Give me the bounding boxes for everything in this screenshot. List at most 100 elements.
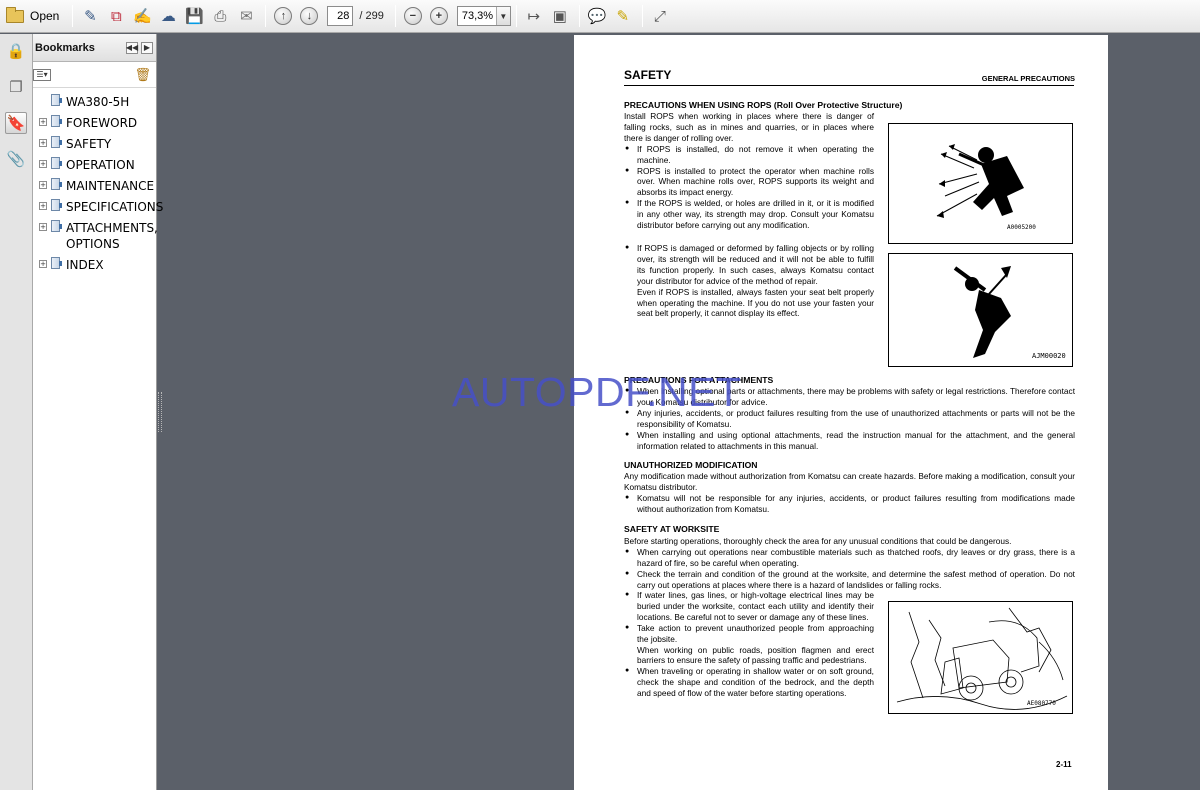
page-header-right: GENERAL PRECAUTIONS [981,74,1075,83]
bookmark-label: ATTACHMENTS, OPTIONS [66,221,158,251]
modification-text-block: Any modification made without authorizat… [624,471,1075,515]
combine-button[interactable]: ⧉ [104,4,128,28]
sign-button[interactable]: ✎ [611,4,635,28]
jobsite-bullet-cont: When working on public roads, position f… [637,644,874,666]
print-button[interactable]: ⎙ [208,4,232,28]
fullscreen-button[interactable]: ⤢ [648,4,672,28]
bookmark-icon[interactable]: 🔖 [5,112,27,134]
rops-intro: Install ROPS when working in places wher… [624,111,874,143]
bookmark-item[interactable]: WA380-5H [33,92,156,113]
chevron-down-icon[interactable]: ▼ [495,7,510,25]
bookmark-page-icon [51,157,62,169]
toolbar-divider [515,5,517,27]
bookmark-label: MAINTENANCE [66,179,155,193]
list-item: When installing and using optional attac… [624,430,1075,452]
bookmark-item[interactable]: + SAFETY [33,134,156,155]
bookmark-page-icon [51,220,62,232]
expand-plus-icon[interactable]: + [39,202,47,210]
comment-button[interactable]: 💬 [585,4,609,28]
list-item: If water lines, gas lines, or high-volta… [624,590,874,623]
comment-icon: 💬 [587,8,607,25]
bookmark-item[interactable]: + INDEX [33,255,156,276]
zoom-out-button[interactable]: − [401,4,425,28]
worksite-intro: Before starting operations, thoroughly c… [624,536,1012,546]
expand-icon: ⤢ [653,7,666,25]
edit-button[interactable]: ✍ [130,4,154,28]
edit-icon: ✍ [133,8,152,25]
rops-text-block: Install ROPS when working in places wher… [624,111,874,231]
page-title: SAFETY [624,68,672,82]
watermark-text: AUTOPDF.NET [452,369,742,415]
splitter-handle[interactable] [158,392,162,432]
list-item: If the ROPS is welded, or holes are dril… [624,198,874,231]
fit-page-button[interactable]: ▣ [548,4,572,28]
delete-bookmark-icon[interactable]: 🗑 [134,67,151,83]
list-item: When traveling or operating in shallow w… [624,666,874,699]
bookmark-item[interactable]: + MAINTENANCE [33,176,156,197]
combine-icon: ⧉ [111,7,122,25]
rops-text-block-2: If ROPS is damaged or deformed by fallin… [624,243,874,319]
zoom-select[interactable]: 73,3% ▼ [456,6,511,26]
lock-icon[interactable]: 🔒 [5,40,27,62]
bookmark-label: SPECIFICATIONS [66,200,164,214]
save-button[interactable]: 💾 [182,4,206,28]
worksite-text-block-2: If water lines, gas lines, or high-volta… [624,590,874,699]
next-page-button[interactable]: ↓ [297,4,321,28]
upload-button[interactable]: ☁ [156,4,180,28]
highlight-icon: ✎ [616,8,630,25]
header-rule [624,85,1074,86]
expand-plus-icon[interactable]: + [39,260,47,268]
options-menu-icon[interactable]: ☰▾ [33,68,51,81]
list-item: Check the terrain and condition of the g… [624,569,1075,591]
navigation-rail: 🔒 ❐ 🔖 📎 [0,34,33,790]
pages-icon[interactable]: ❐ [5,76,27,98]
toolbar-divider [394,5,396,27]
rops-figure-falling-rocks [888,123,1073,244]
open-button[interactable]: Open [4,4,65,28]
jobsite-bullet: Take action to prevent unauthorized peop… [637,622,874,644]
create-pdf-button[interactable]: ✎ [78,4,102,28]
bookmark-label: OPERATION [66,158,135,172]
attachment-icon[interactable]: 📎 [5,148,27,170]
expand-plus-icon[interactable]: + [39,160,47,168]
rops-bullet-list: If ROPS is installed, do not remove it w… [624,144,874,231]
page-total: / 299 [359,10,384,22]
zoom-in-button[interactable]: + [427,4,451,28]
expand-plus-icon[interactable]: + [39,118,47,126]
bookmark-label: SAFETY [66,137,112,151]
arrow-up-icon: ↑ [274,7,293,25]
worksite-bullet-list: When carrying out operations near combus… [624,547,1075,591]
toolbar-divider [641,5,643,27]
rops-heading: PRECAUTIONS WHEN USING ROPS (Roll Over P… [624,100,903,110]
minus-icon: − [403,7,422,25]
bookmark-item[interactable]: + FOREWORD [33,113,156,134]
expand-plus-icon[interactable]: + [39,139,47,147]
expand-plus-icon[interactable]: + [39,223,47,231]
bookmark-page-icon [51,136,62,148]
bookmark-item[interactable]: + OPERATION [33,155,156,176]
email-icon: ✉ [240,8,253,25]
previous-page-button[interactable]: ↑ [271,4,295,28]
modification-bullet-list: Komatsu will not be responsible for any … [624,493,1075,515]
bookmarks-header: Bookmarks ◀◀ ▶ [33,34,156,62]
list-item: When carrying out operations near combus… [624,547,1075,569]
list-item: If ROPS is damaged or deformed by fallin… [624,243,874,319]
bookmark-item[interactable]: + ATTACHMENTS, OPTIONS [33,218,158,255]
bookmark-label: FOREWORD [66,116,138,130]
bookmark-page-icon [51,178,62,190]
print-icon: ⎙ [214,7,227,25]
email-button[interactable]: ✉ [234,4,258,28]
page-number: 2-11 [1056,760,1072,769]
expand-plus-icon[interactable]: + [39,181,47,189]
fit-width-button[interactable]: ↦ [522,4,546,28]
fit-page-icon: ▣ [552,8,567,25]
close-panel-icon[interactable]: ▶ [141,41,153,54]
collapse-panel-icon[interactable]: ◀◀ [126,41,138,54]
toolbar: Open ✎ ⧉ ✍ ☁ 💾 ⎙ ✉ ↑ ↓ 28 / 299 − + 73,3… [0,0,1200,33]
bookmark-item[interactable]: + SPECIFICATIONS [33,197,164,218]
worksite-text-block: Before starting operations, thoroughly c… [624,536,1075,591]
page-number-input[interactable]: 28 [327,6,354,26]
create-pdf-icon: ✎ [84,8,97,25]
bookmark-label: INDEX [66,258,104,272]
